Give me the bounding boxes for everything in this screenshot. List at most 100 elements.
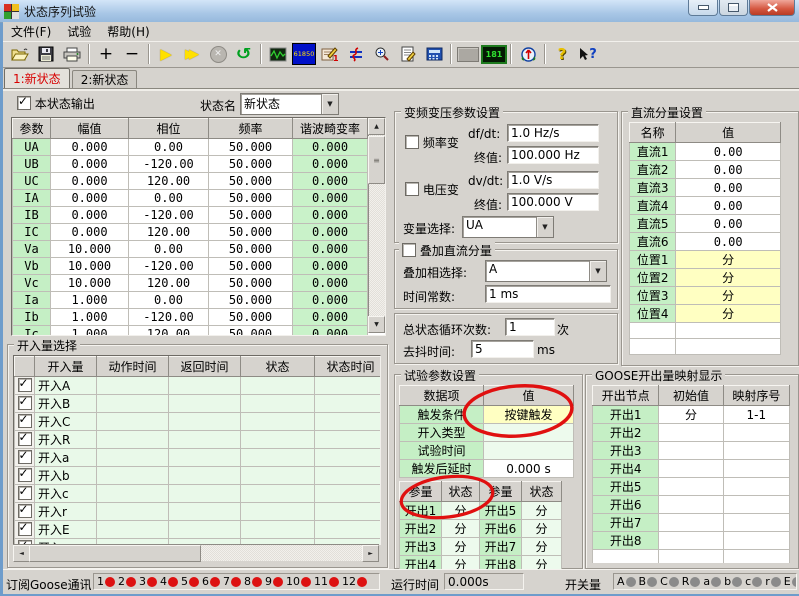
table-cell[interactable] <box>659 478 723 496</box>
row-checkbox[interactable] <box>15 449 35 467</box>
message-edit-icon[interactable]: 1 <box>317 42 343 66</box>
table-cell[interactable] <box>315 431 382 449</box>
table-cell[interactable]: UA <box>13 139 51 156</box>
row-checkbox[interactable] <box>15 395 35 413</box>
table-cell[interactable]: 1.000 <box>51 309 129 326</box>
table-cell[interactable] <box>723 496 789 514</box>
table-cell[interactable]: 直流3 <box>630 179 676 197</box>
column-header[interactable]: 名称 <box>630 123 676 143</box>
hscroll-thumb[interactable] <box>29 545 201 562</box>
table-cell[interactable]: 0.00 <box>676 179 781 197</box>
table-cell[interactable]: 开出2 <box>400 520 442 538</box>
waveform-display-icon[interactable] <box>265 42 291 66</box>
table-cell[interactable]: 按键触发 <box>484 406 574 424</box>
table-cell[interactable] <box>241 467 315 485</box>
table-cell[interactable]: 0.000 <box>51 207 129 224</box>
table-cell[interactable]: 0.000 <box>51 173 129 190</box>
table-cell[interactable]: 直流1 <box>630 143 676 161</box>
table-cell[interactable] <box>241 395 315 413</box>
table-cell[interactable]: 0.00 <box>676 161 781 179</box>
table-cell[interactable]: Vc <box>13 275 51 292</box>
table-cell[interactable]: 0.00 <box>676 233 781 251</box>
table-cell[interactable]: 开入c <box>35 485 97 503</box>
undo-icon[interactable]: ↺ <box>231 42 257 66</box>
scroll-right-icon[interactable]: ► <box>362 545 379 562</box>
table-cell[interactable]: Va <box>13 241 51 258</box>
table-cell[interactable] <box>241 377 315 395</box>
table-cell[interactable]: 10.000 <box>51 241 129 258</box>
iec61850-config-icon[interactable]: 61850 <box>291 42 317 66</box>
sync-rotate-icon[interactable] <box>515 42 541 66</box>
table-cell[interactable]: 分 <box>522 538 562 556</box>
table-cell[interactable]: 开出5 <box>593 478 659 496</box>
scroll-up-icon[interactable]: ▲ <box>368 118 385 135</box>
table-cell[interactable]: 开入A <box>35 377 97 395</box>
table-cell[interactable]: 开出6 <box>593 496 659 514</box>
table-cell[interactable]: 直流6 <box>630 233 676 251</box>
start-test-icon[interactable]: ▶ <box>153 42 179 66</box>
table-cell[interactable]: 触发后延时 <box>400 460 484 478</box>
column-header[interactable]: 初始值 <box>659 386 723 406</box>
table-cell[interactable]: 120.00 <box>129 173 209 190</box>
column-header[interactable]: 状态时间 <box>315 357 382 377</box>
state-output-checkbox[interactable]: 本状态输出 <box>17 95 95 112</box>
dvdt-input[interactable]: 1.0 V/s <box>507 171 599 189</box>
table-cell[interactable] <box>315 449 382 467</box>
column-header[interactable]: 动作时间 <box>97 357 169 377</box>
table-cell[interactable]: 开出7 <box>480 538 522 556</box>
table-cell[interactable] <box>241 485 315 503</box>
table-cell[interactable]: 0.000 <box>293 275 368 292</box>
tab-state-2[interactable]: 2:新状态 <box>72 70 138 89</box>
volt-end-input[interactable]: 100.000 V <box>507 193 599 211</box>
variable-select[interactable]: UA ▼ <box>462 216 554 238</box>
table-cell[interactable]: UB <box>13 156 51 173</box>
table-cell[interactable] <box>723 442 789 460</box>
column-header[interactable]: 参量 <box>480 482 522 502</box>
table-cell[interactable]: 50.000 <box>209 292 293 309</box>
table-cell[interactable]: 50.000 <box>209 241 293 258</box>
table-cell[interactable] <box>723 460 789 478</box>
table-cell[interactable] <box>97 395 169 413</box>
table-cell[interactable] <box>315 467 382 485</box>
table-cell[interactable] <box>241 413 315 431</box>
table-cell[interactable] <box>593 550 659 564</box>
table-cell[interactable] <box>169 377 241 395</box>
time-constant-input[interactable]: 1 ms <box>485 285 611 303</box>
table-cell[interactable] <box>241 449 315 467</box>
close-button[interactable] <box>749 0 795 16</box>
table-cell[interactable] <box>484 424 574 442</box>
table-cell[interactable]: 开入a <box>35 449 97 467</box>
table-cell[interactable] <box>659 550 723 564</box>
table-cell[interactable] <box>169 521 241 539</box>
table-cell[interactable]: 位置4 <box>630 305 676 323</box>
row-checkbox[interactable] <box>15 485 35 503</box>
table-cell[interactable]: Ib <box>13 309 51 326</box>
table-cell[interactable]: 0.000 <box>51 139 129 156</box>
table-cell[interactable]: 开入r <box>35 503 97 521</box>
column-header[interactable]: 返回时间 <box>169 357 241 377</box>
table-cell[interactable]: 0.000 <box>293 207 368 224</box>
table-cell[interactable] <box>723 550 789 564</box>
table-cell[interactable]: 试验时间 <box>400 442 484 460</box>
table-cell[interactable]: 开入类型 <box>400 424 484 442</box>
row-checkbox[interactable] <box>15 467 35 485</box>
table-cell[interactable] <box>169 467 241 485</box>
table-cell[interactable]: 50.000 <box>209 207 293 224</box>
dfdt-input[interactable]: 1.0 Hz/s <box>507 124 599 142</box>
table-cell[interactable]: -120.00 <box>129 309 209 326</box>
table-cell[interactable] <box>630 339 676 355</box>
table-cell[interactable] <box>659 514 723 532</box>
table-cell[interactable]: 开入R <box>35 431 97 449</box>
state-name-select[interactable]: 新状态 ▼ <box>240 93 339 115</box>
column-header[interactable]: 状态 <box>442 482 480 502</box>
table-cell[interactable]: 0.000 <box>293 258 368 275</box>
table-cell[interactable] <box>97 449 169 467</box>
column-header[interactable]: 开入量 <box>35 357 97 377</box>
table-cell[interactable] <box>169 431 241 449</box>
table-cell[interactable]: IA <box>13 190 51 207</box>
column-header[interactable]: 参量 <box>400 482 442 502</box>
table-cell[interactable]: 1.000 <box>51 326 129 337</box>
table-cell[interactable]: 0.00 <box>129 292 209 309</box>
column-header[interactable]: 状态 <box>522 482 562 502</box>
table-cell[interactable]: IC <box>13 224 51 241</box>
